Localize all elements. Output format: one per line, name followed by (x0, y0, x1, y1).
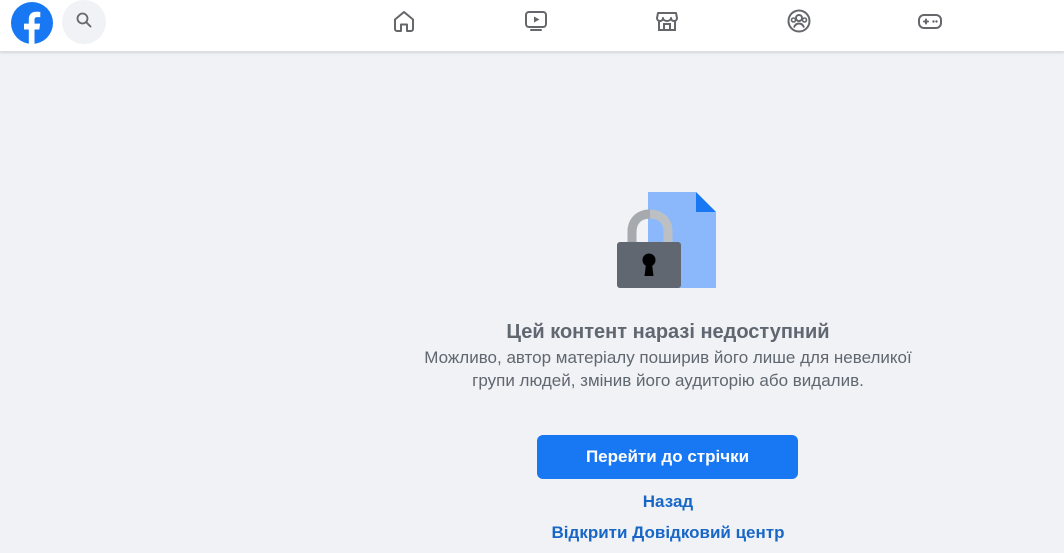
nav-home[interactable] (387, 6, 421, 40)
search-icon (76, 12, 92, 33)
nav-gaming[interactable] (913, 6, 947, 40)
groups-icon (785, 7, 813, 40)
gaming-icon (916, 7, 944, 40)
marketplace-icon (653, 7, 681, 40)
search-button[interactable] (62, 0, 106, 44)
locked-document-icon (612, 190, 720, 294)
go-to-feed-button[interactable]: Перейти до стрічки (537, 435, 798, 479)
home-icon (390, 7, 418, 40)
page-description: Можливо, автор матеріалу поширив його ли… (424, 348, 912, 390)
top-navigation-bar (0, 0, 1064, 52)
nav-marketplace[interactable] (650, 6, 684, 40)
back-link[interactable]: Назад (468, 492, 868, 512)
nav-groups[interactable] (782, 6, 816, 40)
video-icon (522, 7, 550, 40)
facebook-logo-icon[interactable] (10, 1, 54, 45)
main-content: Цей контент наразі недоступний Можливо, … (0, 52, 1064, 553)
page-title: Цей контент наразі недоступний (506, 321, 830, 343)
nav-video[interactable] (519, 6, 553, 40)
help-center-link[interactable]: Відкрити Довідковий центр (468, 523, 868, 543)
